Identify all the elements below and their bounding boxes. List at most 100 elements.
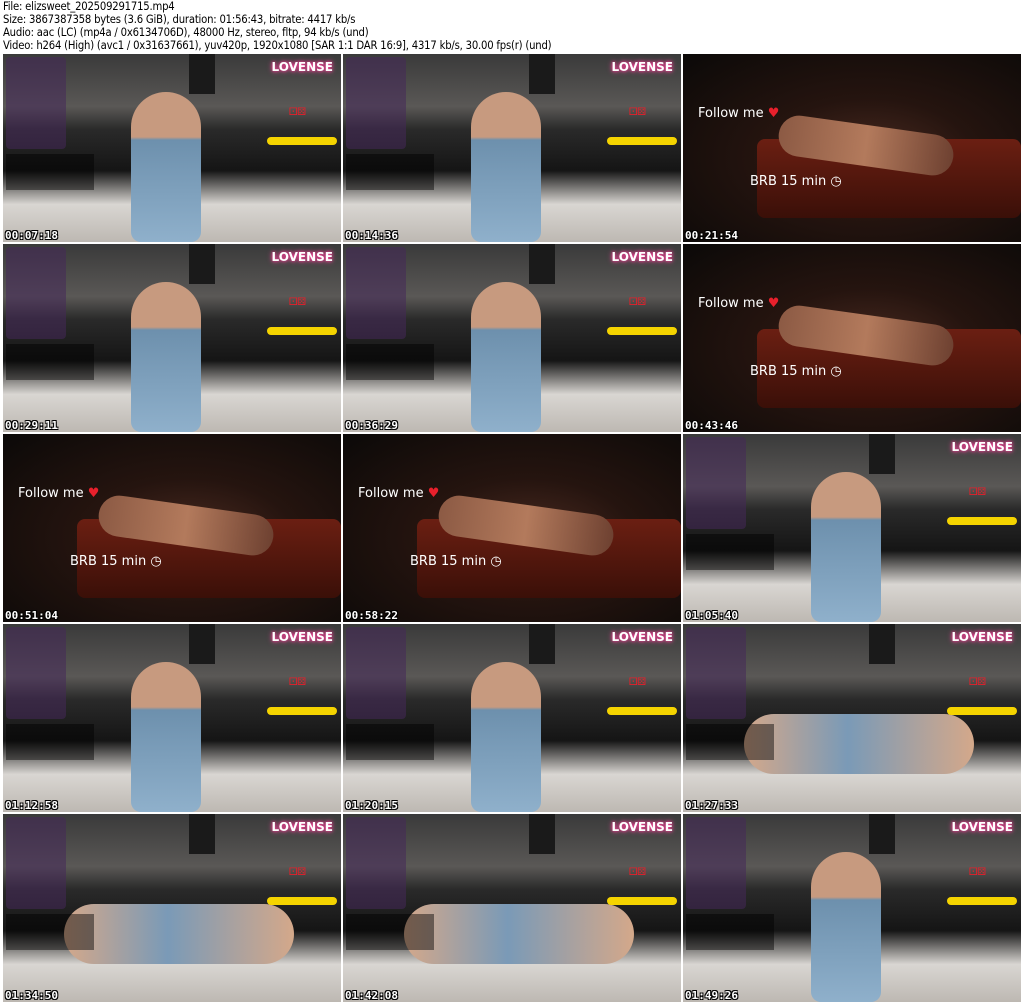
thumbnail-timestamp: 00:51:04 [5, 609, 58, 622]
tip-menu-panel [346, 817, 406, 909]
tipper-list [6, 914, 94, 950]
dice-icon: ⚀⚄ [969, 483, 986, 499]
follow-me-text: Follow me ♥ [358, 486, 439, 501]
video-thumbnail: ⚀⚄ LOVENSE 00:07:18 [3, 54, 341, 242]
thumbnail-timestamp: 00:14:36 [345, 229, 398, 242]
person-image [403, 904, 634, 965]
range-hood-image [528, 54, 555, 94]
range-hood-image [868, 434, 895, 474]
dice-icon: ⚀⚄ [629, 673, 646, 689]
lovense-logo: LOVENSE [951, 440, 1013, 454]
person-image [471, 91, 542, 242]
dice-icon: ⚀⚄ [289, 103, 306, 119]
tip-menu-panel [6, 247, 66, 339]
tip-menu-panel [686, 627, 746, 719]
dice-icon: ⚀⚄ [289, 863, 306, 879]
follow-label: Follow me [698, 106, 764, 121]
roll-dice-bar [267, 137, 337, 145]
thumbnail-timestamp: 00:58:22 [345, 609, 398, 622]
audio-info: Audio: aac (LC) (mp4a / 0x6134706D), 480… [3, 26, 369, 39]
lovense-logo: LOVENSE [611, 250, 673, 264]
person-image [63, 904, 294, 965]
dice-icon: ⚀⚄ [289, 673, 306, 689]
roll-dice-bar [607, 897, 677, 905]
tipper-list [346, 154, 434, 190]
dice-icon: ⚀⚄ [969, 863, 986, 879]
thumbnail-timestamp: 00:36:29 [345, 419, 398, 432]
person-image [743, 714, 974, 775]
lovense-logo: LOVENSE [611, 60, 673, 74]
person-image [811, 471, 882, 622]
person-image [471, 661, 542, 812]
video-thumbnail: Follow me ♥ BRB 15 min ◷ 00:43:46 [683, 244, 1021, 432]
tip-menu-panel [686, 817, 746, 909]
dice-icon: ⚀⚄ [629, 863, 646, 879]
video-thumbnail: ⚀⚄ LOVENSE 00:14:36 [343, 54, 681, 242]
tipper-list [6, 724, 94, 760]
thumbnail-timestamp: 00:29:11 [5, 419, 58, 432]
file-size-info: Size: 3867387358 bytes (3.6 GiB), durati… [3, 13, 356, 26]
brb-label: BRB 15 min [410, 554, 487, 569]
roll-dice-bar [947, 517, 1017, 525]
range-hood-image [528, 814, 555, 854]
tipper-list [6, 154, 94, 190]
video-thumbnail: ⚀⚄ LOVENSE 01:49:26 [683, 814, 1021, 1002]
range-hood-image [188, 814, 215, 854]
tipper-list [346, 344, 434, 380]
clock-icon: ◷ [150, 554, 162, 569]
brb-label: BRB 15 min [750, 364, 827, 379]
video-thumbnail: ⚀⚄ LOVENSE 01:12:58 [3, 624, 341, 812]
lovense-logo: LOVENSE [271, 60, 333, 74]
thumbnail-timestamp: 01:20:15 [345, 799, 398, 812]
roll-dice-bar [607, 707, 677, 715]
thumbnail-timestamp: 01:34:50 [5, 989, 58, 1002]
brb-text: BRB 15 min ◷ [70, 554, 162, 569]
range-hood-image [868, 814, 895, 854]
video-thumbnail: ⚀⚄ LOVENSE 01:34:50 [3, 814, 341, 1002]
person-image [471, 281, 542, 432]
thumbnail-grid: ⚀⚄ LOVENSE 00:07:18 ⚀⚄ LOVENSE 00:14:36 Follow… [0, 53, 1024, 1003]
video-thumbnail: ⚀⚄ LOVENSE 01:27:33 [683, 624, 1021, 812]
heart-icon: ♥ [767, 296, 780, 311]
range-hood-image [528, 624, 555, 664]
roll-dice-bar [267, 707, 337, 715]
clock-icon: ◷ [830, 364, 842, 379]
thumbnail-timestamp: 01:49:26 [685, 989, 738, 1002]
video-info: Video: h264 (High) (avc1 / 0x31637661), … [3, 39, 552, 52]
person-image [131, 281, 202, 432]
heart-icon: ♥ [87, 486, 100, 501]
tip-menu-panel [6, 817, 66, 909]
dice-icon: ⚀⚄ [289, 293, 306, 309]
thumbnail-timestamp: 00:43:46 [685, 419, 738, 432]
dice-icon: ⚀⚄ [969, 673, 986, 689]
video-thumbnail: ⚀⚄ LOVENSE 01:05:40 [683, 434, 1021, 622]
thumbnail-timestamp: 00:21:54 [685, 229, 738, 242]
person-image [131, 661, 202, 812]
range-hood-image [188, 244, 215, 284]
follow-me-text: Follow me ♥ [18, 486, 99, 501]
clock-icon: ◷ [490, 554, 502, 569]
brb-text: BRB 15 min ◷ [750, 174, 842, 189]
brb-label: BRB 15 min [750, 174, 827, 189]
range-hood-image [528, 244, 555, 284]
range-hood-image [188, 54, 215, 94]
brb-label: BRB 15 min [70, 554, 147, 569]
tip-menu-panel [6, 627, 66, 719]
follow-label: Follow me [18, 486, 84, 501]
follow-me-text: Follow me ♥ [698, 106, 779, 121]
video-thumbnail: ⚀⚄ LOVENSE 01:20:15 [343, 624, 681, 812]
lovense-logo: LOVENSE [611, 630, 673, 644]
dice-icon: ⚀⚄ [629, 293, 646, 309]
roll-dice-bar [267, 327, 337, 335]
lovense-logo: LOVENSE [951, 630, 1013, 644]
brb-text: BRB 15 min ◷ [750, 364, 842, 379]
lovense-logo: LOVENSE [271, 820, 333, 834]
thumbnail-timestamp: 01:05:40 [685, 609, 738, 622]
brb-text: BRB 15 min ◷ [410, 554, 502, 569]
tipper-list [686, 534, 774, 570]
lovense-logo: LOVENSE [611, 820, 673, 834]
follow-label: Follow me [698, 296, 764, 311]
tip-menu-panel [6, 57, 66, 149]
follow-me-text: Follow me ♥ [698, 296, 779, 311]
range-hood-image [188, 624, 215, 664]
